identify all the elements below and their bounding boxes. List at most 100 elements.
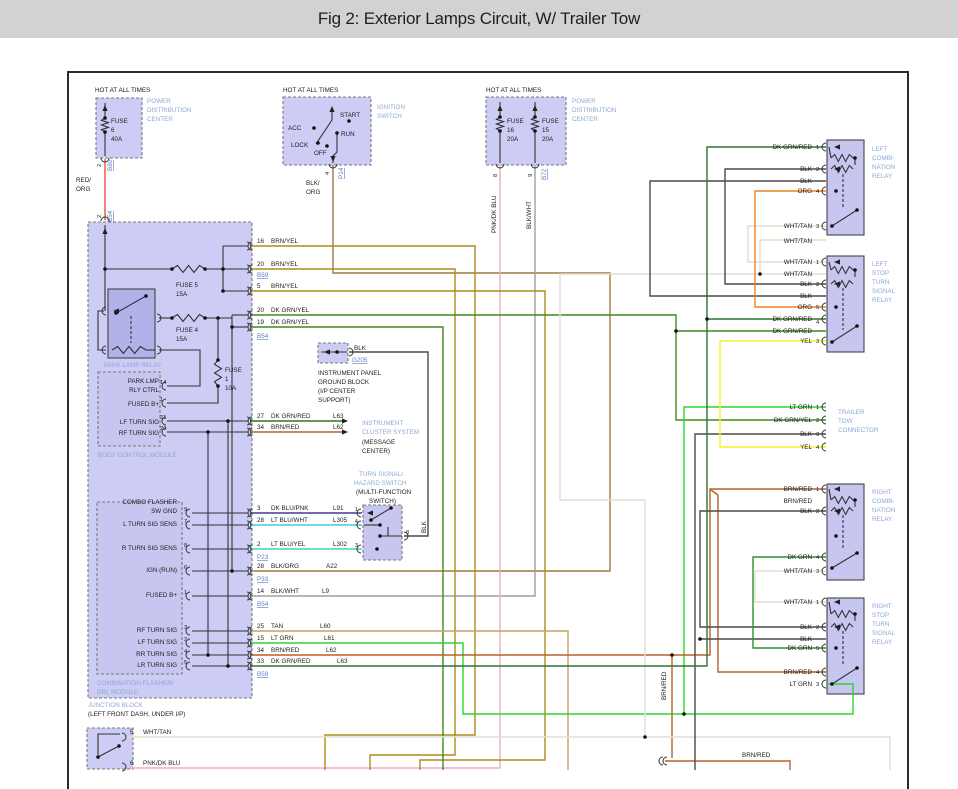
diagram-label: B80 xyxy=(107,159,114,171)
diagram-label: (LEFT FRONT DASH, UNDER I/P) xyxy=(88,711,185,718)
diagram-label: DK GRN/YEL xyxy=(774,417,813,424)
diagram-label: WHT/TAN xyxy=(784,238,813,245)
page: Fig 2: Exterior Lamps Circuit, W/ Traile… xyxy=(0,0,958,789)
diagram-label: DK GRN/RED xyxy=(772,328,812,335)
diagram-label: L305 xyxy=(333,517,348,524)
diagram-label: DRL MODULE xyxy=(97,689,138,696)
diagram-label: FUSED B+ xyxy=(128,401,159,408)
junction-dot xyxy=(498,129,502,133)
diagram-label: 40A xyxy=(111,136,123,143)
diagram-label: L62 xyxy=(326,647,337,654)
diagram-label: 2 xyxy=(816,509,819,515)
junction-dot xyxy=(682,712,686,716)
diagram-label: CONNECTOR xyxy=(838,427,879,434)
diagram-label: 8 xyxy=(184,543,187,549)
diagram-label: L TURN SIG SENS xyxy=(123,521,177,528)
diagram-label: 1 xyxy=(816,487,819,493)
diagram-label: BRN/RED xyxy=(661,671,668,700)
diagram-label: COMBINATION FLASHER/ xyxy=(97,680,174,687)
diagram-label: BLK/ xyxy=(306,180,320,187)
diagram-label: 2 xyxy=(97,215,103,218)
junction-dot xyxy=(226,664,230,668)
diagram-label: OFF xyxy=(314,150,327,157)
diagram-label: 3 xyxy=(816,432,819,438)
junction-dot xyxy=(830,682,834,686)
diagram-label: (MESSAGE xyxy=(362,439,395,446)
diagram-label: FUSED B+ xyxy=(146,592,177,599)
diagram-label: PARK LMP xyxy=(128,378,159,385)
diagram-label: LT GRN xyxy=(271,635,294,642)
diagram-label: RF TURN SIG xyxy=(119,430,159,437)
junction-dot xyxy=(834,646,838,650)
diagram-label: LF TURN SIG xyxy=(120,419,159,426)
junction-dot xyxy=(103,116,107,120)
module-box xyxy=(96,98,142,158)
diagram-label: A22 xyxy=(326,563,338,570)
diagram-label: BLK/WHT xyxy=(271,588,299,595)
diagram-label: SWITCH xyxy=(377,113,402,120)
diagram-label: 27 xyxy=(257,413,265,420)
diagram-label: 16 xyxy=(257,238,265,245)
diagram-label: 1 xyxy=(355,507,358,513)
diagram-label: WHT/TAN xyxy=(143,729,172,736)
diagram-label: TOW xyxy=(838,418,853,425)
diagram-label: 20A xyxy=(507,136,519,143)
diagram-label: WHT/TAN xyxy=(784,259,813,266)
diagram-label: RLY CTRL xyxy=(129,387,159,394)
diagram-label: START xyxy=(340,112,360,119)
diagram-label: P33 xyxy=(257,576,269,583)
diagram-label: RUN xyxy=(341,131,355,138)
diagram-label: BLK xyxy=(800,281,813,288)
diagram-label: IGNITION xyxy=(377,104,405,111)
wiring-svg: HOT AT ALL TIMESFUSE640APOWERDISTRIBUTIO… xyxy=(0,0,958,789)
diagram-label: RF TURN SIG xyxy=(137,627,177,634)
junction-dot xyxy=(347,119,351,123)
diagram-label: 9 xyxy=(184,507,187,513)
diagram-label: COMBI- xyxy=(872,155,895,162)
diagram-label: 6 xyxy=(184,565,187,571)
junction-dot xyxy=(369,518,373,522)
diagram-label: 3 xyxy=(355,543,358,549)
diagram-label: RELAY xyxy=(872,516,893,523)
module-box xyxy=(318,343,348,363)
diagram-label: TAN xyxy=(271,623,284,630)
diagram-label: WHT/TAN xyxy=(784,223,813,230)
diagram-label: 15A xyxy=(176,291,188,298)
junction-dot xyxy=(221,289,225,293)
junction-dot xyxy=(853,612,857,616)
junction-dot xyxy=(316,141,320,145)
diagram-label: 3 xyxy=(816,682,819,688)
diagram-label: R TURN SIG SENS xyxy=(122,545,177,552)
diagram-label: DISTRIBUTION xyxy=(147,107,192,114)
diagram-label: BLK xyxy=(800,293,813,300)
diagram-label: LT GRN xyxy=(789,404,812,411)
diagram-label: INSTRUMENT xyxy=(362,420,403,427)
diagram-label: POWER xyxy=(572,98,596,105)
diagram-label: 2 xyxy=(816,282,819,288)
diagram-label: DK GRN xyxy=(788,645,813,652)
junction-dot xyxy=(216,316,220,320)
diagram-label: 1 xyxy=(816,405,819,411)
junction-dot xyxy=(830,340,834,344)
diagram-label: 2 xyxy=(184,637,187,643)
diagram-label: LF TURN SIG xyxy=(138,639,177,646)
figure-title: Fig 2: Exterior Lamps Circuit, W/ Traile… xyxy=(318,9,640,29)
junction-dot xyxy=(325,144,329,148)
junction-dot xyxy=(834,305,838,309)
junction-dot xyxy=(206,653,210,657)
junction-dot xyxy=(230,569,234,573)
junction-dot xyxy=(834,189,838,193)
diagram-label: 25 xyxy=(257,623,265,630)
diagram-label: L62 xyxy=(333,424,344,431)
diagram-label: L63 xyxy=(337,658,348,665)
diagram-label: LOCK xyxy=(291,142,309,149)
junction-dot xyxy=(103,267,107,271)
diagram-label: TURN xyxy=(872,279,890,286)
junction-dot xyxy=(203,316,207,320)
junction-dot xyxy=(698,637,702,641)
diagram-label: 5 xyxy=(816,646,819,652)
diagram-label: BRN/YEL xyxy=(271,238,298,245)
diagram-label: PNK/DK BLU xyxy=(491,195,498,233)
diagram-label: 8 xyxy=(493,174,499,177)
diagram-label: HAZARD SWITCH xyxy=(354,480,407,487)
